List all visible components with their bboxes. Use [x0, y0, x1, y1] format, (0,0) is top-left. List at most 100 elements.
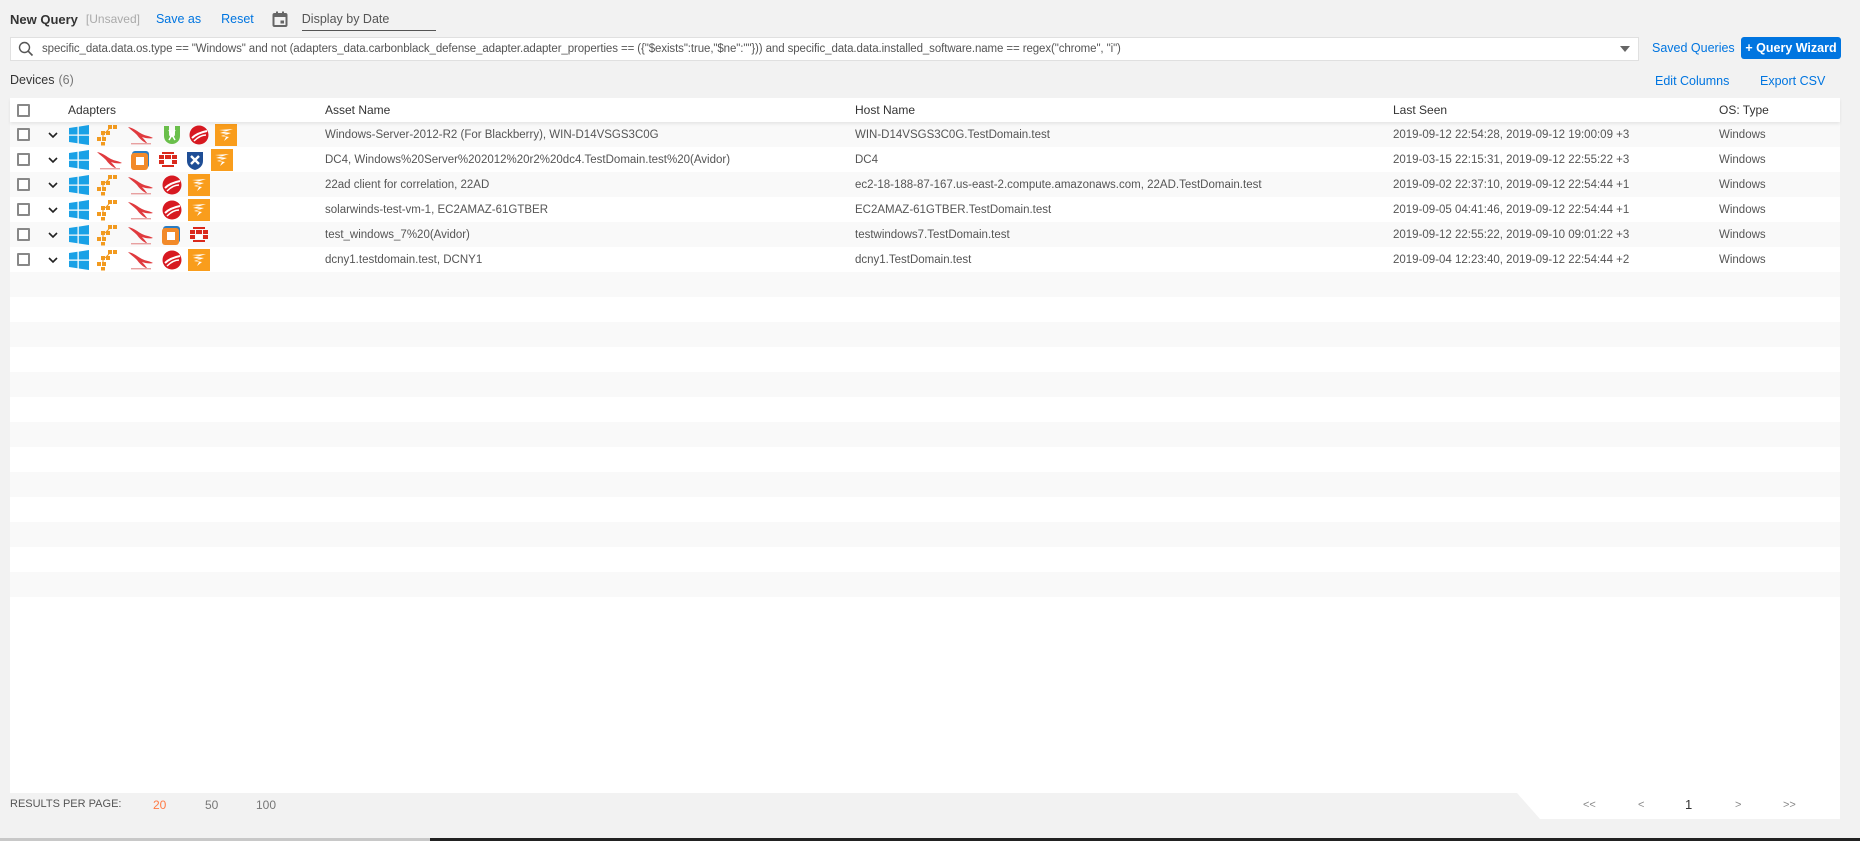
reset-button[interactable]: Reset [221, 12, 254, 26]
page-size-100[interactable]: 100 [256, 798, 276, 812]
select-all-cell [10, 103, 38, 117]
column-header-asset-name[interactable]: Asset Name [325, 103, 855, 117]
last-seen-cell: 2019-09-02 22:37:10, 2019-09-12 22:54:44… [1393, 178, 1630, 191]
host-name-cell: testwindows7.TestDomain.test [855, 228, 1010, 241]
asset-name-cell[interactable]: test_windows_7%20(Avidor) [325, 229, 855, 241]
next-page-button[interactable]: > [1735, 799, 1741, 811]
trendmicro-icon [188, 124, 210, 146]
crowdstrike-icon [126, 199, 156, 221]
windows-icon [68, 249, 90, 271]
last-seen-cell: 2019-03-15 22:15:31, 2019-09-12 22:55:22… [1393, 153, 1630, 166]
empty-table-row [10, 397, 1840, 422]
current-page[interactable]: 1 [1685, 797, 1692, 812]
devices-count: (6) [58, 73, 74, 87]
page-size-20[interactable]: 20 [153, 798, 166, 812]
devices-heading: Devices (6) [10, 73, 74, 87]
last-seen-cell: 2019-09-04 12:23:40, 2019-09-12 22:54:44… [1393, 253, 1630, 266]
solarwinds-icon [215, 123, 237, 146]
asset-name-cell[interactable]: Windows-Server-2012-R2 (For Blackberry),… [325, 129, 855, 141]
crowdstrike-icon [126, 174, 156, 196]
aws-icon [95, 249, 121, 271]
edit-columns-link[interactable]: Edit Columns [1655, 74, 1729, 88]
query-title: New Query [10, 11, 78, 27]
devices-table: Adapters Asset Name Host Name Last Seen … [10, 98, 1840, 793]
page-size-50[interactable]: 50 [205, 798, 218, 812]
chevron-down-icon[interactable] [47, 179, 59, 191]
trendmicro-icon [161, 249, 183, 271]
empty-table-row [10, 372, 1840, 397]
empty-table-row [10, 447, 1840, 472]
adapters-cell [68, 224, 325, 246]
display-by-date-input[interactable]: Display by Date [301, 12, 436, 31]
asset-name-cell[interactable]: dcny1.testdomain.test, DCNY1 [325, 254, 855, 266]
export-csv-link[interactable]: Export CSV [1760, 74, 1825, 88]
query-search-bar[interactable]: specific_data.data.os.type == "Windows" … [10, 37, 1639, 61]
column-header-adapters[interactable]: Adapters [68, 103, 325, 117]
save-as-button[interactable]: Save as [156, 12, 201, 26]
asset-name-cell[interactable]: solarwinds-test-vm-1, EC2AMAZ-61GTBER [325, 204, 855, 216]
crowdstrike-icon [126, 249, 156, 271]
table-row[interactable]: solarwinds-test-vm-1, EC2AMAZ-61GTBER EC2… [10, 197, 1840, 222]
table-row[interactable]: test_windows_7%20(Avidor) testwindows7.Te… [10, 222, 1840, 247]
first-page-button[interactable]: << [1583, 799, 1596, 811]
row-checkbox[interactable] [17, 178, 30, 191]
vmware-icon [161, 224, 183, 246]
asset-name-cell[interactable]: 22ad client for correlation, 22AD [325, 179, 855, 191]
os-type-cell: Windows [1719, 128, 1766, 141]
aws-icon [95, 199, 121, 221]
solarwinds-icon [211, 148, 233, 171]
os-type-cell: Windows [1719, 228, 1766, 241]
crowdstrike-icon [126, 224, 156, 246]
empty-table-row [10, 272, 1840, 297]
solarwinds-icon [188, 248, 210, 271]
chevron-down-icon[interactable] [47, 204, 59, 216]
host-name-cell: dcny1.TestDomain.test [855, 253, 972, 266]
sophos-icon [184, 149, 206, 171]
host-name-cell: DC4 [855, 153, 879, 166]
row-checkbox[interactable] [17, 128, 30, 141]
chevron-down-icon[interactable] [47, 229, 59, 241]
empty-table-row [10, 322, 1840, 347]
column-header-host-name[interactable]: Host Name [855, 103, 1393, 117]
table-row[interactable]: dcny1.testdomain.test, DCNY1 dcny1.TestDo… [10, 247, 1840, 272]
trendmicro-icon [161, 174, 183, 196]
column-header-last-seen[interactable]: Last Seen [1393, 103, 1719, 117]
adapters-cell [68, 148, 325, 171]
previous-page-button[interactable]: < [1638, 799, 1644, 811]
last-seen-cell: 2019-09-12 22:55:22, 2019-09-10 09:01:22… [1393, 228, 1630, 241]
select-all-checkbox[interactable] [17, 103, 30, 117]
asset-name-cell[interactable]: DC4, Windows%20Server%202012%20r2%20dc4.… [325, 154, 855, 166]
empty-table-row [10, 472, 1840, 497]
cylance-icon [161, 124, 183, 146]
chevron-down-icon[interactable] [47, 254, 59, 266]
saved-queries-link[interactable]: Saved Queries [1652, 41, 1735, 55]
row-checkbox[interactable] [17, 253, 30, 266]
empty-table-row [10, 297, 1840, 322]
trendmicro-icon [161, 199, 183, 221]
solarwinds-icon [188, 173, 210, 196]
column-header-os-type[interactable]: OS: Type [1719, 103, 1839, 117]
query-wizard-button[interactable]: + Query Wizard [1741, 37, 1841, 59]
row-checkbox[interactable] [17, 153, 30, 166]
windows-icon [68, 174, 90, 196]
table-row[interactable]: DC4, Windows%20Server%202012%20r2%20dc4.… [10, 147, 1840, 172]
last-page-button[interactable]: >> [1783, 799, 1796, 811]
results-per-page-label: RESULTS PER PAGE: [10, 798, 122, 810]
adapters-cell [68, 248, 325, 271]
devices-label: Devices [10, 73, 55, 87]
table-body: Windows-Server-2012-R2 (For Blackberry),… [10, 122, 1840, 622]
query-input[interactable]: specific_data.data.os.type == "Windows" … [42, 43, 1620, 55]
table-row[interactable]: 22ad client for correlation, 22AD ec2-18-… [10, 172, 1840, 197]
chevron-down-icon[interactable] [47, 129, 59, 141]
empty-table-row [10, 547, 1840, 572]
query-dropdown-caret-icon[interactable] [1620, 46, 1630, 52]
chevron-down-icon[interactable] [47, 154, 59, 166]
empty-table-row [10, 497, 1840, 522]
table-row[interactable]: Windows-Server-2012-R2 (For Blackberry),… [10, 122, 1840, 147]
row-checkbox[interactable] [17, 203, 30, 216]
empty-table-row [10, 422, 1840, 447]
calendar-icon[interactable] [272, 11, 288, 27]
row-checkbox[interactable] [17, 228, 30, 241]
host-name-cell: ec2-18-188-87-167.us-east-2.compute.amaz… [855, 178, 1262, 191]
empty-table-row [10, 572, 1840, 597]
